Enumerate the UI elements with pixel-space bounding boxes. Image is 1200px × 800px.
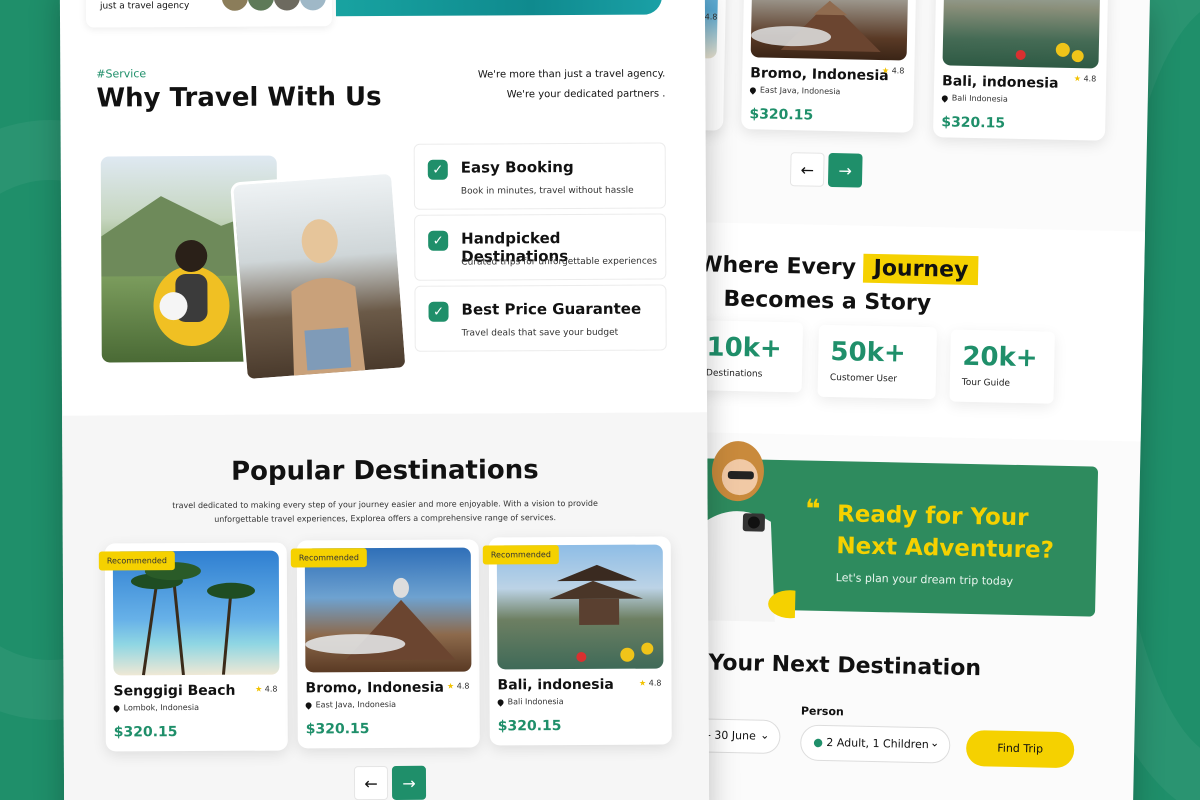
destination-card-bromo[interactable]: Recommended Bromo, Indonesia ★ 4.8 East … — [290, 539, 480, 749]
hero-info-card: just a travel agency — [85, 0, 333, 28]
feature-card: ✓ Easy Booking Book in minutes, travel w… — [413, 142, 667, 210]
location-pin-icon — [112, 703, 121, 713]
stat-value: 50k+ — [830, 337, 907, 369]
destination-image — [750, 0, 909, 61]
destination-card-bromo[interactable]: Bromo, Indonesia ★ 4.8 East Java, Indone… — [741, 0, 917, 133]
destination-location: Bali Indonesia — [940, 93, 1098, 105]
star-icon: ★ — [639, 678, 647, 688]
avatar — [273, 0, 300, 11]
find-trip-button[interactable]: Find Trip — [965, 729, 1075, 769]
service-intro-line2: We're your dedicated partners . — [506, 88, 666, 101]
popular-title: Popular Destinations — [230, 455, 539, 487]
star-icon: ★ — [255, 684, 263, 694]
destination-rating: ★ 4.8 — [639, 678, 662, 688]
arrow-left-icon: ← — [364, 773, 378, 793]
destination-card-bali[interactable]: Recommended Bali, indonesia ★ 4.8 Bali I… — [482, 536, 672, 746]
check-icon: ✓ — [428, 301, 449, 322]
next-button[interactable]: → — [391, 765, 427, 800]
quote-icon: ❝ — [804, 494, 821, 525]
destination-price: $320.15 — [941, 114, 1006, 132]
destination-rating: ★ 4.8 — [1073, 74, 1097, 84]
feature-desc: Book in minutes, travel without hassle — [460, 185, 634, 197]
flowers-graphic — [1015, 42, 1084, 63]
check-icon: ✓ — [427, 159, 448, 180]
service-tag: #Service — [96, 67, 147, 81]
arrow-right-icon: → — [402, 773, 416, 793]
hero-image — [335, 0, 662, 17]
stat-label: Tour Guide — [961, 377, 1011, 389]
avatar — [247, 0, 274, 11]
stat-card: 50k+ Customer User — [817, 324, 937, 400]
prev-button[interactable]: ← — [353, 765, 389, 800]
destination-card-bali[interactable]: Bali, indonesia ★ 4.8 Bali Indonesia $32… — [932, 0, 1109, 141]
person-select[interactable]: ● 2 Adult, 1 Children ⌄ — [799, 724, 951, 764]
stat-value: 20k+ — [962, 341, 1038, 374]
feature-card: ✓ Handpicked Destinations Curated trips … — [414, 213, 667, 281]
search-title: ▌ Your Next Destination — [684, 650, 982, 682]
location-pin-icon — [496, 697, 505, 707]
feature-desc: Curated trips for unforgettable experien… — [461, 256, 658, 268]
feature-card: ✓ Best Price Guarantee Travel deals that… — [414, 284, 667, 352]
stat-label: Destinations — [705, 368, 763, 380]
star-icon: ★ — [1073, 74, 1082, 84]
user-icon: ● — [813, 735, 824, 749]
story-title-highlight: Journey — [863, 253, 979, 286]
stat-card: 10k+ Destinations — [693, 320, 804, 393]
location-pin-icon — [304, 700, 313, 710]
rating: 4.8 — [704, 12, 718, 22]
recommended-badge: Recommended — [98, 551, 175, 571]
cta-title-line1: Ready for Your — [836, 501, 1029, 532]
left-page-sheet: just a travel agency #Service Why Travel… — [59, 0, 710, 800]
destination-image — [942, 0, 1101, 69]
destination-price: $320.15 — [305, 721, 370, 738]
recommended-badge: Recommended — [482, 545, 559, 565]
woman-photo — [230, 170, 409, 383]
chevron-down-icon: ⌄ — [929, 736, 940, 750]
destination-location: Bali Indonesia — [496, 697, 664, 707]
star-icon: ★ — [447, 681, 455, 691]
location-pin-icon — [940, 93, 950, 103]
person-label: Person — [800, 704, 844, 719]
avatar — [221, 0, 248, 11]
woman-graphic — [291, 219, 366, 382]
avatar — [299, 0, 326, 11]
destination-location: East Java, Indonesia — [748, 85, 906, 97]
next-button[interactable]: → — [827, 152, 863, 188]
stat-value: 10k+ — [706, 332, 783, 364]
arrow-right-icon: → — [838, 160, 853, 180]
right-page-sheet: 4.8 Bromo, Indonesia ★ 4.8 East Java, In… — [672, 0, 1150, 800]
feature-desc: Travel deals that save your budget — [461, 327, 619, 339]
hero-subtitle: just a travel agency — [99, 1, 190, 12]
feature-title: Best Price Guarantee — [461, 299, 642, 319]
stat-card: 20k+ Tour Guide — [949, 329, 1055, 404]
destination-location: Lombok, Indonesia — [112, 703, 280, 713]
chevron-down-icon: ⌄ — [760, 728, 770, 742]
arrow-left-icon: ← — [800, 159, 815, 180]
volcano-graphic — [751, 0, 881, 53]
service-title: Why Travel With Us — [96, 82, 382, 114]
recommended-badge: Recommended — [290, 548, 367, 568]
location-pin-icon — [748, 85, 758, 95]
destination-card-senggigi[interactable]: Recommended Senggigi Beach ★ 4.8 Lombok,… — [98, 542, 288, 752]
feature-title: Easy Booking — [460, 158, 574, 177]
destination-price: $320.15 — [497, 718, 562, 735]
destination-price: $320.15 — [749, 106, 814, 124]
check-icon: ✓ — [428, 230, 449, 251]
prev-button[interactable]: ← — [789, 152, 825, 187]
story-title-line2: Becomes a Story — [723, 286, 932, 317]
destination-location: East Java, Indonesia — [304, 700, 472, 710]
cta-title-line2: Next Adventure? — [836, 533, 1055, 564]
star-icon: ★ — [881, 66, 890, 76]
destination-rating: ★ 4.8 — [255, 684, 278, 694]
service-intro-line1: We're more than just a travel agency. — [477, 68, 666, 81]
destination-rating: ★ 4.8 — [881, 66, 905, 76]
stat-label: Customer User — [829, 373, 898, 385]
destination-rating: ★ 4.8 — [447, 681, 470, 691]
destination-price: $320.15 — [113, 724, 178, 741]
